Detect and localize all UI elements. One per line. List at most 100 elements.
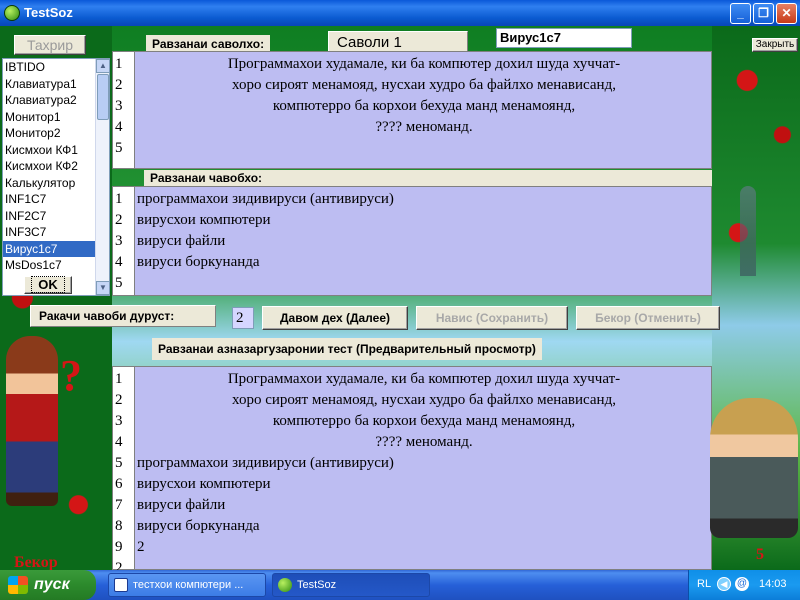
question-mark-icon: ? bbox=[60, 351, 82, 400]
list-item[interactable]: Кисмхои КФ2 bbox=[3, 158, 109, 175]
line-number: 8 bbox=[115, 518, 123, 534]
close-button[interactable]: Закрыть bbox=[752, 38, 798, 52]
next-button[interactable]: Давом дех (Далее) bbox=[262, 306, 408, 330]
text-line: 2 bbox=[137, 539, 145, 555]
network-icon[interactable]: @ bbox=[735, 577, 749, 591]
line-number: 5 bbox=[115, 275, 123, 291]
answers-section-label-text: Равзанаи чавобхо: bbox=[150, 171, 263, 185]
test-name-field[interactable]: Вирус1с7 bbox=[496, 28, 632, 48]
line-number: 7 bbox=[115, 497, 123, 513]
text-line: компютерро ба корхои бехуда манд менамоя… bbox=[272, 413, 576, 429]
restore-button[interactable]: ❐ bbox=[753, 3, 774, 24]
text-line bbox=[137, 558, 711, 570]
edit-button[interactable]: Тахрир bbox=[14, 35, 86, 55]
line-number: 3 bbox=[115, 98, 123, 114]
ok-button[interactable]: OK bbox=[24, 276, 72, 294]
line-number: 5 bbox=[115, 455, 123, 471]
windows-logo-icon bbox=[8, 576, 28, 594]
text-line: программахои зидивируси (антивируси) bbox=[137, 191, 394, 207]
taskbar-item-testsoz[interactable]: TestSoz bbox=[272, 573, 430, 597]
list-item[interactable]: Клавиатура2 bbox=[3, 92, 109, 109]
text-line bbox=[137, 138, 711, 159]
boy-character-image bbox=[6, 336, 58, 506]
list-item[interactable]: Клавиатура1 bbox=[3, 76, 109, 93]
minimize-button[interactable]: _ bbox=[730, 3, 751, 24]
list-item[interactable]: IBTIDO bbox=[3, 59, 109, 76]
preview-text: Программахои худамале, ки ба компютер до… bbox=[137, 367, 711, 569]
text-line: вируси боркунанда bbox=[137, 254, 260, 270]
line-number: 1 bbox=[115, 371, 123, 387]
line-number: 2 bbox=[115, 560, 123, 570]
taskbar: пуск тестхои компютери ... TestSoz RL ◀ … bbox=[0, 570, 800, 600]
list-item[interactable]: Вирус1с7 bbox=[3, 240, 109, 257]
line-number: 6 bbox=[115, 476, 123, 492]
app-icon bbox=[4, 5, 20, 21]
client-area: Тахрир Равзанаи саволхо: Саволи 1 Вирус1… bbox=[0, 26, 800, 570]
tower-decoration bbox=[740, 186, 756, 276]
title-bar: TestSoz _ ❐ ✕ bbox=[0, 0, 800, 26]
thinking-boy-image bbox=[710, 398, 798, 538]
preview-line-numbers: 1 2 3 4 5 6 7 8 9 2 bbox=[113, 367, 135, 570]
scroll-thumb[interactable] bbox=[97, 74, 109, 120]
list-item[interactable]: INF2C7 bbox=[3, 208, 109, 225]
text-line: вируси файли bbox=[137, 233, 226, 249]
save-button[interactable]: Навис (Сохранить) bbox=[416, 306, 568, 330]
list-item[interactable]: INF3C7 bbox=[3, 224, 109, 241]
line-number: 2 bbox=[115, 212, 123, 228]
question-text: Программахои худамале, ки ба компютер до… bbox=[137, 52, 711, 168]
line-number: 2 bbox=[115, 77, 123, 93]
question-text-area[interactable]: 1 2 3 4 5 Программахои худамале, ки ба компю… bbox=[112, 51, 712, 169]
bottom-left-text: Бекор bbox=[14, 554, 58, 570]
list-item[interactable]: Калькулятор bbox=[3, 175, 109, 192]
line-number: 3 bbox=[115, 233, 123, 249]
taskbar-item-testsoz-label: TestSoz bbox=[297, 579, 337, 591]
line-number: 5 bbox=[115, 140, 123, 156]
start-button[interactable]: пуск bbox=[0, 570, 96, 600]
line-number: 1 bbox=[115, 191, 123, 207]
taskbar-item-word-label: тестхои компютери ... bbox=[133, 579, 244, 591]
scroll-up-arrow-icon[interactable]: ▲ bbox=[96, 59, 109, 73]
list-item[interactable]: MsDos1c7 bbox=[3, 257, 109, 274]
testsoz-app-icon bbox=[278, 578, 292, 592]
list-item[interactable]: Монитор2 bbox=[3, 125, 109, 142]
text-line: хоро сироят менамояд, нусхаи худро ба фа… bbox=[232, 77, 616, 93]
cancel-button[interactable]: Бекор (Отменить) bbox=[576, 306, 720, 330]
clock: 14:03 bbox=[759, 578, 787, 590]
list-item[interactable]: Кисмхои КФ1 bbox=[3, 142, 109, 159]
text-line: вируси боркунанда bbox=[137, 518, 260, 534]
line-number: 2 bbox=[115, 392, 123, 408]
text-line: вирусхои компютери bbox=[137, 212, 271, 228]
text-line: Программахои худамале, ки ба компютер до… bbox=[227, 56, 621, 72]
text-line: компютерро ба корхои бехуда манд менамоя… bbox=[272, 98, 576, 114]
window-title: TestSoz bbox=[24, 5, 73, 20]
text-line: вирусхои компютери bbox=[137, 476, 271, 492]
word-document-icon bbox=[114, 578, 128, 592]
correct-answer-input[interactable]: 2 bbox=[232, 307, 254, 329]
preview-text-area[interactable]: 1234567892 Программахои худамале, ки ба … bbox=[112, 366, 712, 570]
topics-list[interactable]: IBTIDO Клавиатура1 Клавиатура2 Монитор1 Мони… bbox=[2, 58, 110, 296]
back-arrow-icon[interactable]: ◀ bbox=[717, 577, 731, 591]
line-number: 9 bbox=[115, 539, 123, 555]
text-line: программахои зидивируси (антивируси) bbox=[137, 455, 394, 471]
list-item[interactable]: INF1C7 bbox=[3, 191, 109, 208]
bottom-right-text: 5 bbox=[756, 546, 764, 563]
answers-line-numbers: 1 2 3 4 5 bbox=[113, 187, 135, 295]
scroll-down-arrow-icon[interactable]: ▼ bbox=[96, 281, 109, 295]
list-scrollbar[interactable]: ▲ ▼ bbox=[95, 59, 109, 295]
answers-text: программахои зидивируси (антивируси) виру… bbox=[137, 187, 711, 295]
close-window-button[interactable]: ✕ bbox=[776, 3, 797, 24]
line-number: 3 bbox=[115, 413, 123, 429]
line-number: 4 bbox=[115, 254, 123, 270]
line-number: 1 bbox=[115, 56, 123, 72]
preview-section-label: Равзанаи азназаргузаронии тест (Предвари… bbox=[152, 338, 542, 360]
answers-section-label: Равзанаи чавобхо: bbox=[144, 170, 712, 186]
line-number: 4 bbox=[115, 434, 123, 450]
line-number: 4 bbox=[115, 119, 123, 135]
answers-text-area[interactable]: 1 2 3 4 5 программахои зидивируси (антивирус… bbox=[112, 186, 712, 296]
system-tray: RL ◀ @ 14:03 bbox=[688, 570, 800, 600]
taskbar-item-word[interactable]: тестхои компютери ... bbox=[108, 573, 266, 597]
text-line: ???? меноманд. bbox=[375, 434, 473, 450]
text-line: вируси файли bbox=[137, 497, 226, 513]
list-item[interactable]: Монитор1 bbox=[3, 109, 109, 126]
language-indicator[interactable]: RL bbox=[697, 578, 711, 590]
